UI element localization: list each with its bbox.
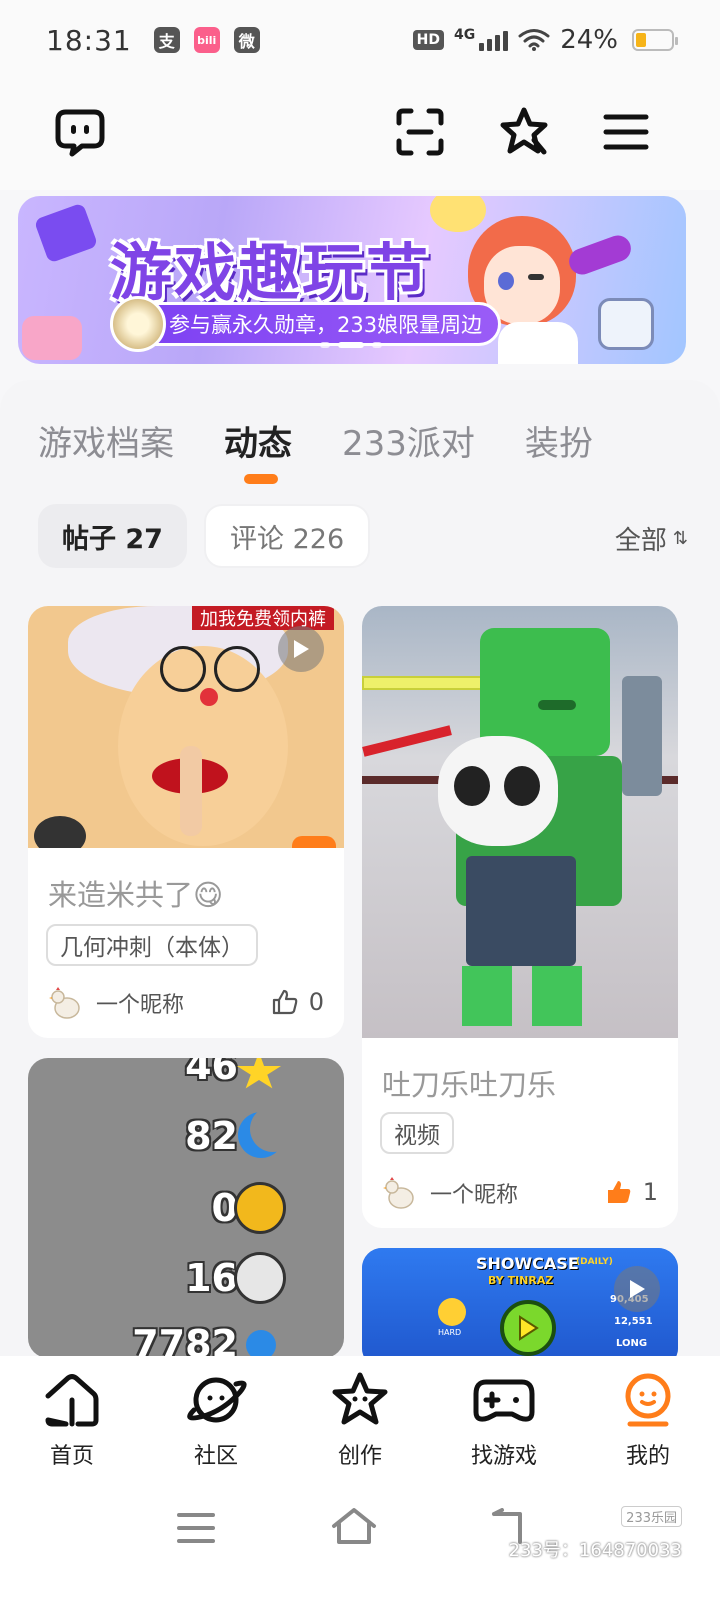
author-name: 一个昵称	[96, 993, 185, 1018]
post-game-tag[interactable]: 视频	[380, 1112, 454, 1154]
post-game-tag[interactable]: 几何冲刺（本体）	[46, 924, 258, 966]
battery-icon	[632, 29, 678, 51]
profile-face-icon	[625, 1373, 671, 1427]
post-author[interactable]: 一个昵称	[382, 1176, 518, 1210]
sort-label: 全部	[614, 526, 667, 556]
post-card[interactable]: 吐刀乐吐刀乐 视频 一个昵称 1	[362, 606, 678, 1228]
like-count: 1	[642, 1178, 658, 1206]
stat-value: 16	[185, 1256, 238, 1300]
star-badge-icon[interactable]	[494, 102, 554, 162]
posts-filter-chip[interactable]: 帖子 27	[38, 504, 187, 568]
showcase-heading: SHOWCASE	[476, 1254, 579, 1273]
hd-icon: HD	[412, 30, 444, 50]
promo-banner[interactable]: 游戏趣玩节 参与赢永久勋章，233娘限量周边	[18, 196, 686, 364]
nav-find-games[interactable]: 找游戏	[432, 1356, 576, 1480]
tab-233-party[interactable]: 233派对	[342, 416, 475, 465]
post-card[interactable]: 46 82 0 16 7782	[28, 1058, 344, 1358]
play-icon[interactable]	[614, 1266, 660, 1312]
stat-value: 0	[211, 1186, 238, 1230]
post-card[interactable]: 加我免费领内裤 来造米共了😋 几何冲刺（本体） 一个昵称 0	[28, 606, 344, 1038]
status-bar: 18:31 支 bili 微 HD 4G 24%	[0, 0, 720, 80]
post-title: 吐刀乐吐刀乐	[382, 1068, 557, 1102]
watermark-logo: 233乐园	[621, 1506, 682, 1527]
medal-badge-icon	[110, 296, 166, 352]
nav-find-games-label: 找游戏	[470, 1444, 537, 1469]
nav-create-label: 创作	[337, 1444, 382, 1469]
home-icon	[45, 1374, 99, 1427]
banner-title: 游戏趣玩节	[110, 236, 431, 309]
showcase-likes: 12,551	[614, 1316, 653, 1327]
status-time: 18:31	[46, 23, 132, 57]
thumbs-up-filled-icon	[607, 1181, 630, 1203]
active-tab-indicator	[244, 474, 278, 484]
stat-value: 46	[185, 1058, 238, 1088]
network-type: 4G	[453, 27, 476, 43]
nav-community[interactable]: 社区	[144, 1356, 288, 1480]
stat-value: 82	[185, 1114, 238, 1158]
thumbs-up-icon	[272, 989, 298, 1015]
wechat-notification-icon: 微	[233, 27, 260, 53]
post-thumbnail-image	[362, 606, 678, 1038]
sort-icon: ⇅	[672, 528, 688, 549]
message-bubble-icon[interactable]	[50, 102, 110, 162]
showcase-author: BY TINRAZ	[488, 1274, 554, 1287]
bottom-navigation: 首页 社区 创作 找游戏 我的	[0, 1356, 720, 1480]
difficulty-label: HARD	[438, 1328, 462, 1337]
stat-value: 7782	[132, 1322, 238, 1358]
post-title: 来造米共了😋	[48, 878, 224, 912]
profile-content: 游戏档案 动态 233派对 装扮 帖子 27 评论 226 全部 ⇅ 加我免费领…	[0, 380, 720, 1368]
banner-dot	[372, 342, 382, 348]
candy-decoration	[22, 316, 82, 360]
battery-percent: 24%	[560, 25, 618, 55]
recent-apps-icon[interactable]	[176, 1510, 216, 1546]
toy-brick-decoration	[33, 202, 99, 264]
post-card[interactable]: SHOWCASE (DAILY) BY TINRAZ HARD 90,405 1…	[362, 1248, 678, 1368]
banner-pagination	[320, 342, 382, 348]
star-face-icon	[332, 1372, 388, 1425]
nav-profile[interactable]: 我的	[576, 1356, 720, 1480]
showcase-length: LONG	[616, 1338, 648, 1349]
menu-icon[interactable]	[596, 102, 656, 162]
banner-dot-active	[338, 342, 364, 348]
profile-tabs: 游戏档案 动态 233派对 装扮	[38, 416, 593, 465]
scan-icon[interactable]	[390, 102, 450, 162]
hen-avatar-icon	[383, 1177, 414, 1209]
home-button-icon[interactable]	[330, 1506, 378, 1546]
alipay-notification-icon: 支	[153, 27, 180, 53]
nav-create[interactable]: 创作	[288, 1356, 432, 1480]
post-author[interactable]: 一个昵称	[48, 986, 184, 1020]
banner-dot	[320, 342, 330, 348]
bilibili-notification-icon: bili	[193, 27, 220, 53]
like-button[interactable]: 1	[605, 1178, 658, 1206]
author-name: 一个昵称	[430, 1183, 519, 1208]
banner-subtitle: 参与赢永久勋章，233娘限量周边	[110, 302, 502, 346]
tab-game-archive[interactable]: 游戏档案	[38, 416, 174, 465]
filter-row: 帖子 27 评论 226 全部 ⇅	[38, 504, 688, 570]
sort-dropdown[interactable]: 全部 ⇅	[615, 520, 688, 557]
nav-home[interactable]: 首页	[0, 1356, 144, 1480]
planet-icon	[187, 1377, 247, 1423]
gamepad-icon	[473, 1379, 535, 1422]
comments-filter-chip[interactable]: 评论 226	[204, 504, 371, 568]
watermark-text: 233号：164870033	[508, 1540, 682, 1561]
signal-icon	[479, 29, 509, 51]
like-count: 0	[308, 988, 324, 1016]
showcase-daily-label: (DAILY)	[576, 1257, 613, 1267]
nav-community-label: 社区	[193, 1444, 238, 1469]
post-thumbnail-image: 46 82 0 16 7782	[28, 1058, 344, 1358]
tab-activity[interactable]: 动态	[224, 416, 292, 465]
nav-home-label: 首页	[49, 1444, 94, 1469]
top-navigation	[0, 80, 720, 190]
wifi-icon	[518, 29, 550, 51]
hen-avatar-icon	[49, 987, 80, 1019]
play-icon[interactable]	[278, 626, 324, 672]
overlay-caption: 加我免费领内裤	[192, 606, 334, 630]
like-button[interactable]: 0	[271, 988, 324, 1016]
nav-profile-label: 我的	[625, 1444, 670, 1469]
tab-outfit[interactable]: 装扮	[525, 416, 593, 465]
